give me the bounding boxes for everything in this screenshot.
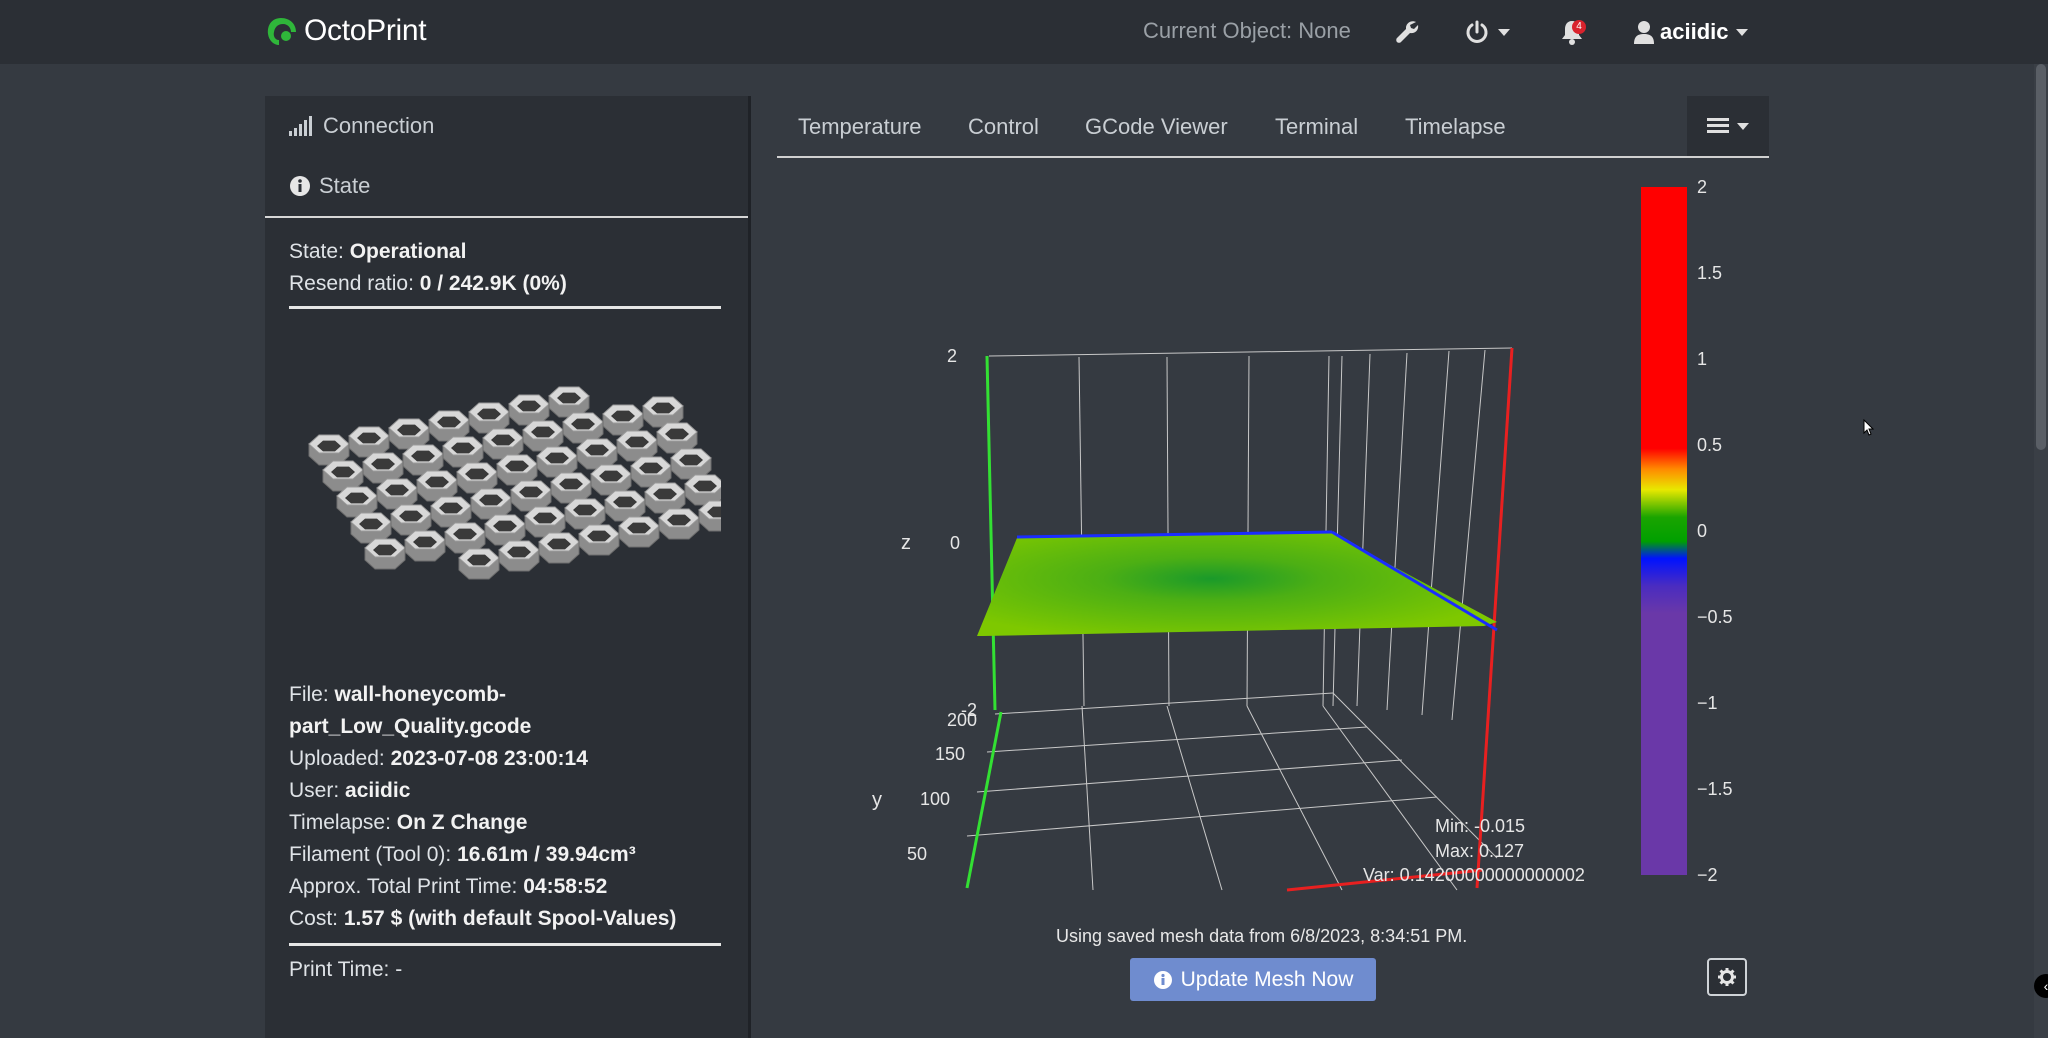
tab-terminal[interactable]: Terminal (1275, 114, 1358, 140)
user-row: User: aciidic (289, 775, 724, 807)
divider (289, 943, 721, 946)
timelapse-label: Timelapse: (289, 811, 391, 834)
uploaded-value: 2023-07-08 23:00:14 (390, 747, 588, 770)
list-icon (1707, 118, 1729, 133)
file-name-line2: part_Low_Quality.gcode (289, 715, 532, 738)
z-axis-line (985, 355, 997, 711)
tab-timelapse[interactable]: Timelapse (1405, 114, 1506, 140)
file-label: File: (289, 683, 329, 706)
colorbar-tick-label: −2 (1697, 865, 1718, 885)
brand[interactable]: OctoPrint (264, 14, 427, 48)
octoprint-logo-icon (267, 18, 296, 45)
main-tabs: Temperature Control GCode Viewer Termina… (777, 96, 1769, 158)
power-icon (1466, 20, 1488, 43)
tab-temperature[interactable]: Temperature (798, 114, 922, 140)
print-time-estimate-label: Approx. Total Print Time: (289, 875, 518, 898)
state-value: Operational (349, 240, 467, 263)
info-icon (290, 176, 310, 196)
z-tick-label: 0 (950, 533, 960, 553)
connection-panel-header[interactable]: Connection (265, 96, 748, 156)
chevron-down-icon (1736, 28, 1749, 36)
system-menu-button[interactable] (1464, 16, 1510, 48)
resend-ratio-label: Resend ratio: (289, 272, 414, 295)
current-object: Current Object: None (1143, 18, 1351, 43)
cost-row: Cost: 1.57 $ (with default Spool-Values) (289, 903, 724, 935)
mesh-settings-button[interactable] (1707, 958, 1747, 996)
uploaded-row: Uploaded: 2023-07-08 23:00:14 (289, 743, 724, 775)
colorbar-tick-label: −1.5 (1697, 779, 1733, 799)
state-row: State: Operational (289, 236, 724, 268)
signal-icon (289, 116, 312, 136)
print-time-value: - (395, 958, 403, 981)
bed-mesh-chart[interactable]: 2 0 -2 z 200 150 100 50 y Min: -0.015 Ma… (777, 170, 1769, 900)
file-info: File: wall-honeycomb- part_Low_Quality.g… (289, 679, 724, 935)
cost-value: 1.57 $ (with default Spool-Values) (343, 907, 677, 930)
y-tick-label: 200 (947, 710, 977, 730)
resend-ratio-value: 0 / 242.9K (0%) (419, 272, 567, 295)
gear-icon (1718, 968, 1736, 986)
colorbar-tick-label: 0.5 (1697, 435, 1722, 455)
user-value: aciidic (345, 779, 411, 802)
y-tick-label: 100 (920, 789, 950, 809)
notification-count-badge: 4 (1572, 20, 1586, 34)
tab-gcode-viewer[interactable]: GCode Viewer (1085, 114, 1228, 140)
print-time-estimate-value: 04:58:52 (523, 875, 608, 898)
tab-control[interactable]: Control (968, 114, 1039, 140)
connection-label: Connection (323, 113, 435, 138)
update-mesh-button[interactable]: Update Mesh Now (1130, 958, 1376, 1001)
state-row-label: State: (289, 240, 344, 263)
state-panel-header[interactable]: State (265, 156, 748, 216)
filament-row: Filament (Tool 0): 16.61m / 39.94cm³ (289, 839, 724, 871)
y-tick-label: 50 (907, 844, 927, 864)
print-time-row: Print Time: - (289, 954, 724, 986)
tab-overflow-menu[interactable] (1687, 96, 1769, 156)
user-menu-button[interactable]: aciidic (1634, 16, 1749, 48)
state-panel-body: State: Operational Resend ratio: 0 / 242… (265, 218, 748, 986)
y-axis-line (965, 711, 1003, 889)
mesh-max-stat: Max: 0.127 (1435, 841, 1524, 861)
chevron-down-icon (1498, 28, 1510, 36)
top-navbar: OctoPrint Current Object: None 4 aciidic (0, 0, 2048, 64)
file-row: File: wall-honeycomb- (289, 679, 724, 711)
sidebar: Connection State State: Operational Rese… (265, 96, 751, 1038)
z-axis-title: z (901, 532, 911, 554)
colorbar-tick-label: −1 (1697, 693, 1718, 713)
model-thumbnail (308, 386, 740, 580)
mesh-variance-stat: Var: 0.14200000000000002 (1363, 865, 1585, 885)
brand-name: OctoPrint (304, 14, 427, 47)
timelapse-value: On Z Change (396, 811, 528, 834)
update-mesh-label: Update Mesh Now (1180, 967, 1354, 991)
user-name: aciidic (1660, 19, 1729, 44)
mesh-min-stat: Min: -0.015 (1435, 816, 1525, 836)
z-tick-label: 2 (947, 346, 957, 366)
user-icon (1634, 21, 1654, 44)
colorbar-tick-label: 1 (1697, 349, 1707, 369)
page-scrollbar-thumb[interactable] (2036, 64, 2046, 450)
timelapse-row: Timelapse: On Z Change (289, 807, 724, 839)
uploaded-label: Uploaded: (289, 747, 385, 770)
resend-ratio-row: Resend ratio: 0 / 242.9K (0%) (289, 268, 724, 300)
settings-button[interactable] (1394, 16, 1420, 48)
colorbar-tick-label: 0 (1697, 521, 1707, 541)
y-tick-label: 150 (935, 744, 965, 764)
colorbar-tick-label: −0.5 (1697, 607, 1733, 627)
colorbar (1641, 187, 1687, 875)
wrench-icon (1396, 21, 1419, 43)
filament-value: 16.61m / 39.94cm³ (457, 843, 636, 866)
mouse-cursor-icon (1863, 419, 1875, 436)
chevron-down-icon (1737, 122, 1749, 130)
state-label: State (319, 173, 371, 198)
y-axis-title: y (872, 789, 882, 811)
mesh-data-notice: Using saved mesh data from 6/8/2023, 8:3… (1056, 926, 1468, 946)
colorbar-tick-label: 1.5 (1697, 263, 1722, 283)
print-time-estimate-row: Approx. Total Print Time: 04:58:52 (289, 871, 724, 903)
print-time-label: Print Time: (289, 958, 390, 981)
user-label: User: (289, 779, 340, 802)
info-icon (1153, 970, 1172, 989)
colorbar-tick-label: 2 (1697, 177, 1707, 197)
cost-label: Cost: (289, 907, 339, 930)
filament-label: Filament (Tool 0): (289, 843, 452, 866)
floor-grid (966, 692, 1498, 891)
file-name-line1: wall-honeycomb- (334, 683, 507, 706)
